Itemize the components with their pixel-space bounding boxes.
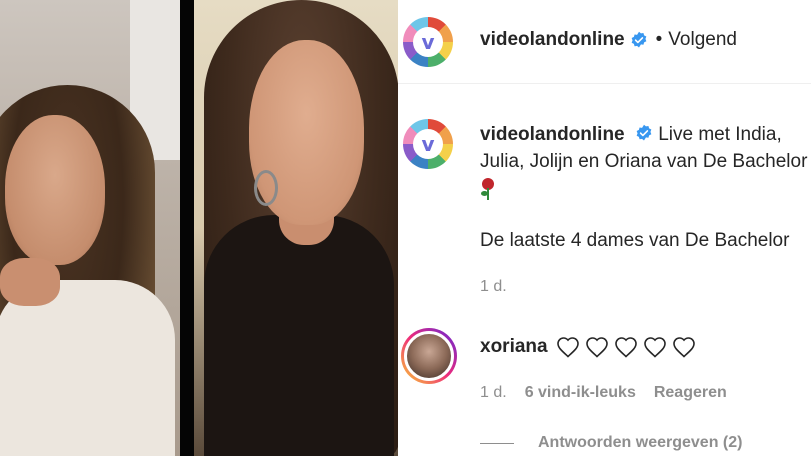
heart-outline-icon: [556, 337, 579, 358]
caption-paragraph-2: De laatste 4 dames van De Bachelor: [480, 230, 790, 251]
person-hand: [0, 258, 60, 306]
heart-outline-icon: [585, 337, 608, 358]
person-body: [0, 280, 175, 456]
post-side-panel: v videolandonline • Volgend v videolando…: [398, 0, 811, 456]
replies-divider: [480, 442, 514, 444]
video-pane-right: [194, 0, 398, 456]
verified-badge-icon: [636, 124, 652, 141]
videoland-logo-icon: v: [413, 27, 443, 57]
earring: [254, 170, 278, 206]
caption-line-1: Live met India,: [658, 124, 782, 145]
caption-username[interactable]: videolandonline: [480, 124, 625, 145]
comment: xoriana: [480, 336, 701, 358]
separator-dot: •: [655, 29, 663, 50]
following-button[interactable]: Volgend: [668, 29, 737, 51]
view-replies-label: Antwoorden weergeven (2): [538, 434, 743, 451]
live-video[interactable]: [0, 0, 398, 456]
video-pane-left: [0, 0, 180, 456]
comment-likes-link[interactable]: 6 vind-ik-leuks: [525, 384, 636, 402]
account-avatar[interactable]: v: [403, 17, 453, 67]
person-face: [5, 115, 105, 265]
heart-outline-icon: [672, 337, 695, 358]
comment-meta: 1 d. 6 vind-ik-leuks Reageren: [480, 384, 727, 402]
comment-avatar[interactable]: [401, 328, 457, 384]
reply-button[interactable]: Reageren: [654, 384, 727, 402]
verified-badge-icon: [631, 31, 646, 48]
view-replies-button[interactable]: Antwoorden weergeven (2): [480, 434, 742, 452]
caption-avatar[interactable]: v: [403, 119, 453, 169]
heart-outline-icon: [614, 337, 637, 358]
caption-timestamp[interactable]: 1 d.: [480, 278, 507, 296]
person-body: [204, 215, 394, 456]
video-divider: [180, 0, 194, 456]
header-username[interactable]: videolandonline: [480, 29, 625, 51]
caption-text: videolandonline Live met India, Julia, J…: [480, 121, 811, 202]
heart-outline-icon: [643, 337, 666, 358]
comment-username[interactable]: xoriana: [480, 336, 548, 358]
avatar-image: [404, 331, 454, 381]
post-header: v videolandonline • Volgend: [398, 0, 811, 84]
rose-emoji-icon: [480, 177, 496, 200]
videoland-logo-icon: v: [413, 129, 443, 159]
caption-line-2: Julia, Jolijn en Oriana van De Bachelor: [480, 151, 808, 172]
comment-timestamp[interactable]: 1 d.: [480, 384, 507, 402]
